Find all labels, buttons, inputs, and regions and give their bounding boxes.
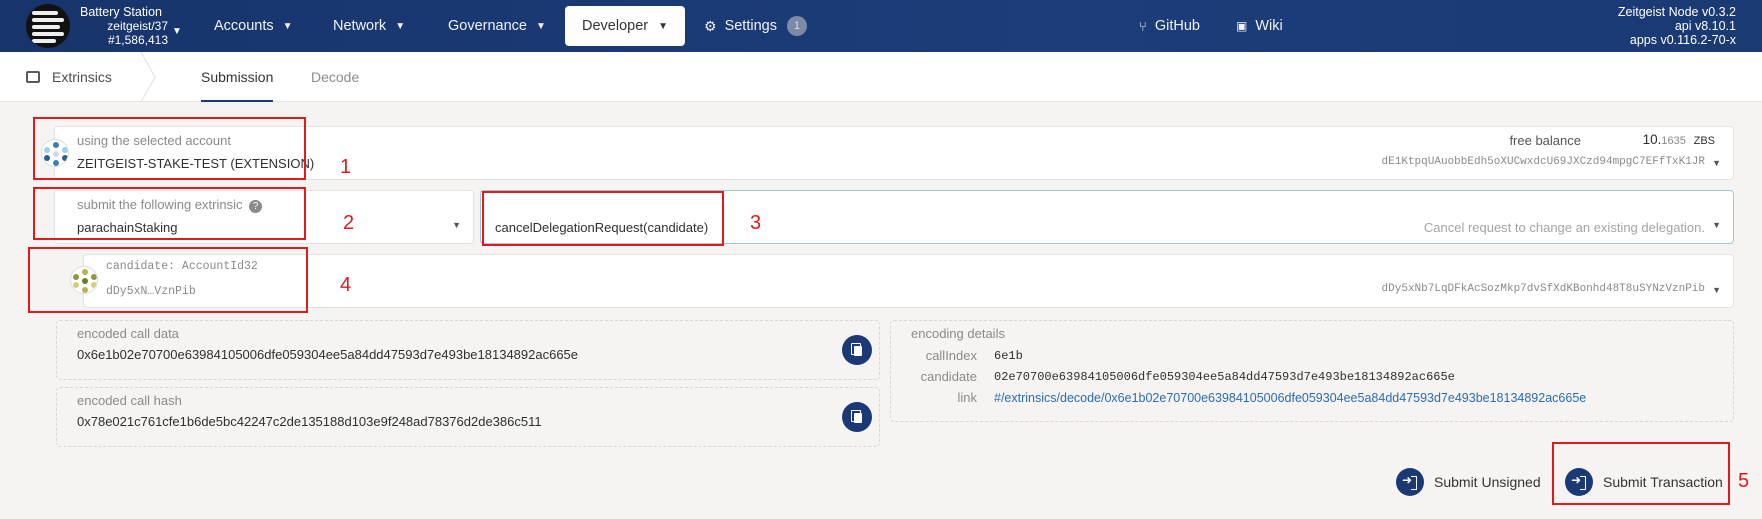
annotation-number-3: 3 xyxy=(750,212,762,234)
briefcase-icon xyxy=(26,71,40,83)
annotation-box-4 xyxy=(28,247,308,313)
candidate-address: dDy5xNb7LqDFkAcSozMkp7dvSfXdKBonhd48T8uS… xyxy=(1381,283,1705,295)
nav-wiki[interactable]: ▣ Wiki xyxy=(1236,0,1283,52)
chain-logo-icon[interactable] xyxy=(26,4,70,48)
encoded-call-hash: encoded call hash 0x78e021c761cfe1b6de5b… xyxy=(56,387,880,447)
branch-icon: ⑂ xyxy=(1139,18,1147,34)
book-icon: ▣ xyxy=(1236,19,1248,33)
decode-link[interactable]: #/extrinsics/decode/0x6e1b02e70700e63984… xyxy=(994,391,1586,405)
annotation-number-2: 2 xyxy=(343,212,355,234)
chevron-down-icon: ▼ xyxy=(395,20,406,32)
chevron-down-icon: ▼ xyxy=(1712,158,1721,168)
node-info: Zeitgeist Node v0.3.2 api v8.10.1 apps v… xyxy=(1617,5,1736,47)
nav-accounts[interactable]: Accounts ▼ xyxy=(214,0,293,52)
breadcrumb-chevron xyxy=(140,52,156,102)
submit-unsigned-button[interactable]: Submit Unsigned xyxy=(1396,468,1541,496)
chevron-down-icon: ▼ xyxy=(172,26,182,37)
annotation-box-5 xyxy=(1552,442,1730,505)
nav-network[interactable]: Network ▼ xyxy=(333,0,405,52)
section-extrinsics[interactable]: Extrinsics xyxy=(26,69,112,85)
chevron-down-icon: ▼ xyxy=(452,220,461,230)
chain-name: Battery Station xyxy=(80,5,162,19)
chevron-down-icon: ▼ xyxy=(536,20,546,32)
encoding-details: encoding details callIndex 6e1b candidat… xyxy=(890,320,1734,422)
chevron-down-icon: ▼ xyxy=(1712,285,1721,295)
chevron-down-icon: ▼ xyxy=(658,20,668,32)
tab-submission[interactable]: Submission xyxy=(201,69,274,102)
block-number: #1,586,413 xyxy=(107,33,168,47)
annotation-number-5: 5 xyxy=(1738,470,1750,492)
encoded-call-data: encoded call data 0x6e1b02e70700e6398410… xyxy=(56,320,880,380)
copy-icon[interactable] xyxy=(842,402,872,432)
annotation-box-1 xyxy=(33,117,306,180)
call-hash-value: 0x78e021c761cfe1b6de5bc42247c2de135188d1… xyxy=(77,414,542,429)
gear-icon: ⚙ xyxy=(704,17,717,34)
candidate-input[interactable]: candidate: AccountId32 dDy5xN…VznPib dDy… xyxy=(83,254,1734,308)
nav-settings[interactable]: ⚙ Settings 1 xyxy=(704,0,807,52)
annotation-number-4: 4 xyxy=(340,274,352,296)
account-selector[interactable]: using the selected account ZEITGEIST-STA… xyxy=(54,126,1734,180)
sub-navbar: Extrinsics Submission Decode xyxy=(0,52,1762,102)
account-address: dE1KtpqUAuobbEdh5oXUCwxdcU69JXCzd94mpgC7… xyxy=(1381,156,1705,168)
chevron-down-icon: ▼ xyxy=(282,20,293,32)
nav-governance[interactable]: Governance ▼ xyxy=(448,0,546,52)
settings-badge: 1 xyxy=(786,16,807,36)
chevron-down-icon: ▼ xyxy=(1712,220,1721,230)
nav-developer[interactable]: Developer ▼ xyxy=(565,6,685,46)
call-index-value: 6e1b xyxy=(994,349,1023,363)
free-balance-value: 10.1635 ZBS xyxy=(1642,132,1715,147)
annotation-box-2 xyxy=(33,187,306,240)
copy-icon[interactable] xyxy=(842,335,872,365)
sign-in-icon xyxy=(1396,468,1424,496)
annotation-box-3 xyxy=(482,191,724,246)
tab-decode[interactable]: Decode xyxy=(311,69,359,85)
annotation-number-1: 1 xyxy=(340,156,352,178)
chain-spec: zeitgeist/37 xyxy=(107,19,168,33)
free-balance-label: free balance xyxy=(1509,133,1581,148)
candidate-hex-value: 02e70700e63984105006dfe059304ee5a84dd475… xyxy=(994,370,1455,384)
call-description: Cancel request to change an existing del… xyxy=(1423,220,1705,235)
nav-github[interactable]: ⑂ GitHub xyxy=(1139,0,1200,52)
chain-selector[interactable]: Battery Station zeitgeist/37 #1,586,413 … xyxy=(80,5,182,47)
call-data-value: 0x6e1b02e70700e63984105006dfe059304ee5a8… xyxy=(77,347,579,362)
top-navbar: Battery Station zeitgeist/37 #1,586,413 … xyxy=(0,0,1762,52)
